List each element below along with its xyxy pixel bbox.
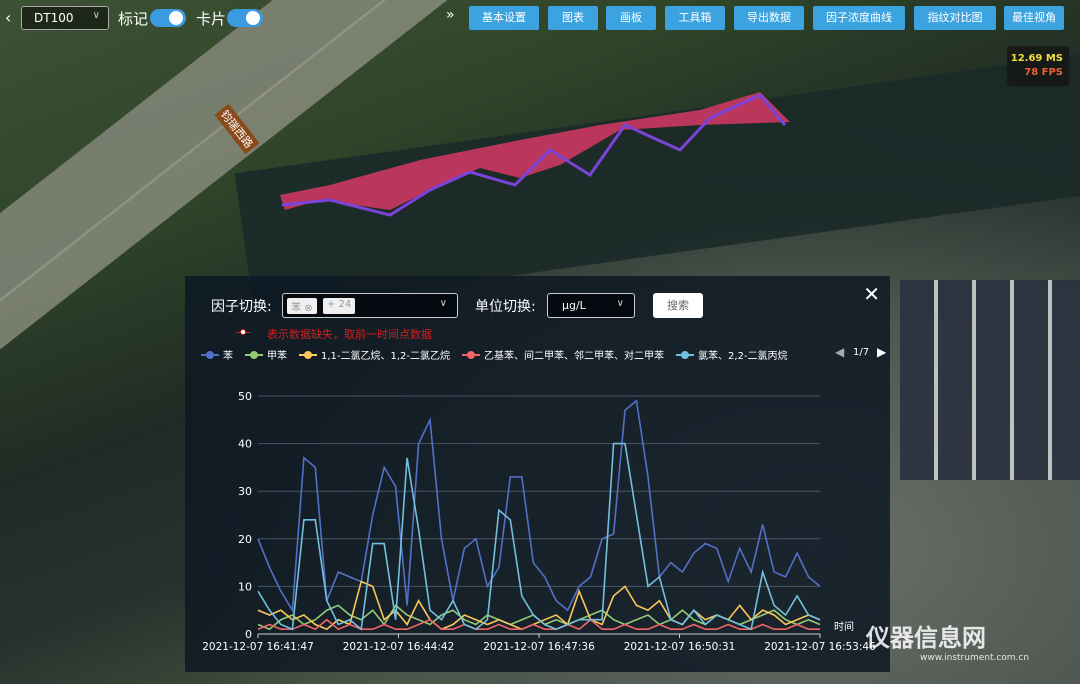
device-select[interactable]: DT100 ∨ xyxy=(21,6,109,30)
card-toggle[interactable] xyxy=(227,9,263,27)
y-tick-label: 50 xyxy=(238,390,252,403)
series-line xyxy=(257,604,821,631)
toolbar-button-0[interactable]: 基本设置 xyxy=(469,6,539,30)
x-tick-label: 2021-12-07 16:53:46 xyxy=(764,641,876,653)
x-tick-label: 2021-12-07 16:47:36 xyxy=(483,641,595,653)
y-tick-label: 30 xyxy=(238,485,252,498)
series-line xyxy=(257,442,821,631)
factor-chart-panel: ✕ 因子切换: 苯 ⊗ + 24 ∨ 单位切换: μg/L ∨ 搜索 表示数据缺… xyxy=(185,276,890,672)
toolbar-button-5[interactable]: 因子浓度曲线 xyxy=(813,6,905,30)
ms-readout: 12.69 MS xyxy=(1010,53,1063,64)
y-tick-label: 10 xyxy=(238,580,252,593)
toolbar-button-3[interactable]: 工具箱 xyxy=(665,6,725,30)
chevron-down-icon: ∨ xyxy=(92,10,100,21)
x-tick-label: 2021-12-07 16:41:47 xyxy=(202,641,314,653)
watermark-url: www.instrument.com.cn xyxy=(920,653,1030,663)
top-toolbar: ‹ DT100 ∨ 标记 卡片 » 基本设置 图表 画板 工具箱 导出数据 因子浓度曲线 指纹… xyxy=(0,6,1080,30)
fps-readout: 78 FPS xyxy=(1024,67,1063,78)
toolbar-button-7[interactable]: 最佳视角 xyxy=(1004,6,1064,30)
x-tick-label: 2021-12-07 16:44:42 xyxy=(343,641,455,653)
mark-toggle[interactable] xyxy=(150,9,186,27)
performance-stats: 12.69 MS 78 FPS xyxy=(1007,46,1069,86)
card-label: 卡片 xyxy=(196,10,227,28)
device-value: DT100 xyxy=(34,11,74,25)
toolbar-button-6[interactable]: 指纹对比图 xyxy=(914,6,996,30)
y-tick-label: 0 xyxy=(245,628,252,641)
back-chevron-icon[interactable]: ‹ xyxy=(5,8,11,27)
y-tick-label: 40 xyxy=(238,438,252,451)
series-line xyxy=(257,399,821,613)
line-chart: 0 10 20 30 40 50 2021-12-07 16:41:47 2021-12-07… xyxy=(202,390,876,653)
x-axis-label: 时间 xyxy=(834,620,854,633)
toolbar-button-1[interactable]: 图表 xyxy=(548,6,598,30)
mark-label: 标记 xyxy=(118,10,149,28)
x-tick-label: 2021-12-07 16:50:31 xyxy=(624,641,736,653)
toolbar-button-2[interactable]: 画板 xyxy=(606,6,656,30)
y-tick-label: 20 xyxy=(238,533,252,546)
watermark: 仪器信息网 xyxy=(866,624,986,652)
toolbar-button-4[interactable]: 导出数据 xyxy=(734,6,804,30)
double-chevron-right-icon[interactable]: » xyxy=(446,7,455,23)
